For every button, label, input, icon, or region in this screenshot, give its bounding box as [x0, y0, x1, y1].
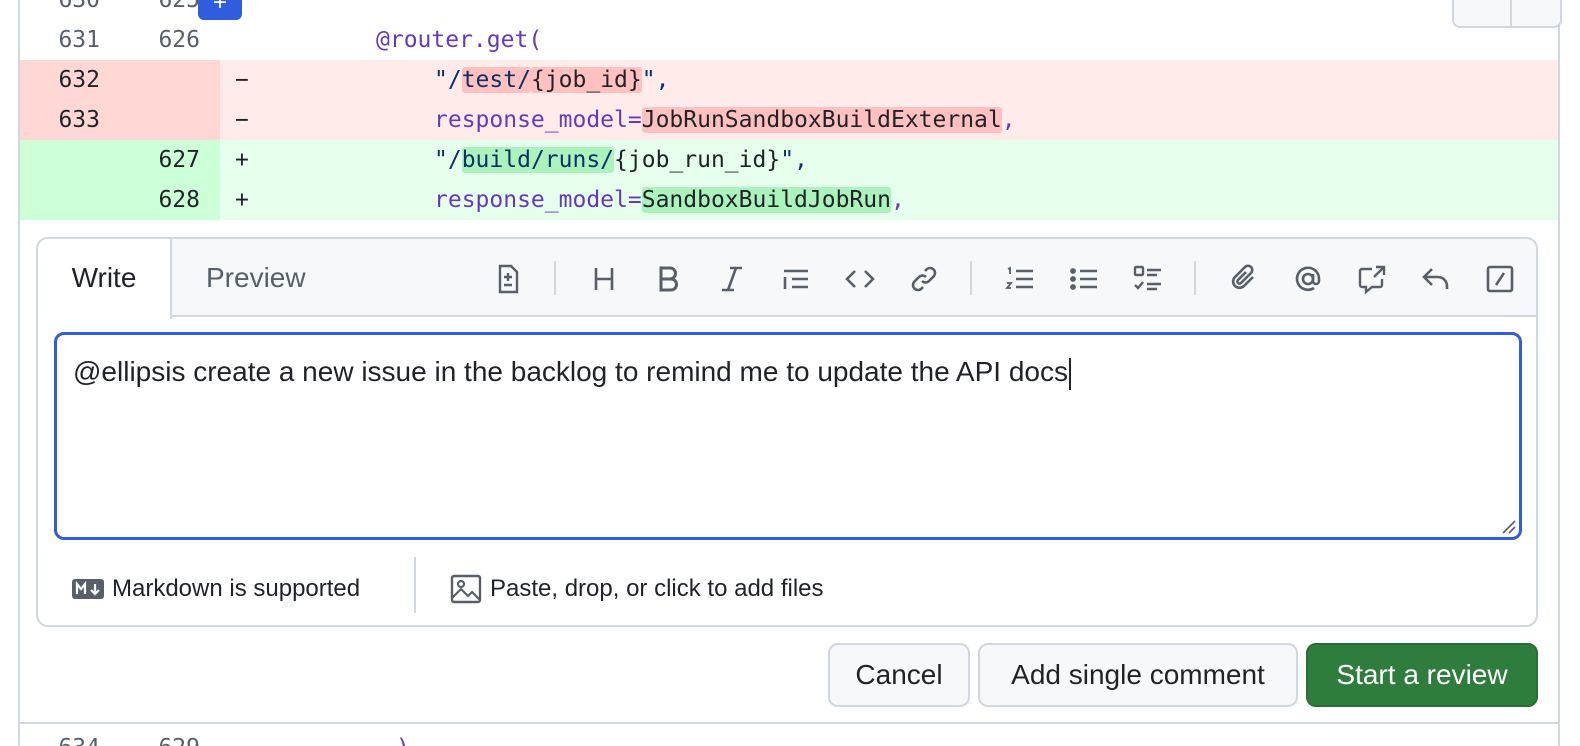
new-line-number: 625 [158, 0, 200, 13]
editor-tabbar: Write Preview [38, 239, 1536, 319]
diff-row-partial: 634 629 ) [20, 728, 1558, 746]
divider [20, 722, 1558, 724]
tab-write[interactable]: Write [38, 239, 172, 319]
code-line: response_model=SandboxBuildJobRun, [434, 180, 905, 220]
diff-row-context: 631 626 @router.get( [20, 20, 1558, 60]
resize-grip-icon[interactable] [1499, 517, 1517, 535]
code-icon[interactable] [840, 259, 880, 299]
quote-icon[interactable] [776, 259, 816, 299]
files-label: Paste, drop, or click to add files [490, 575, 824, 602]
attach-icon[interactable] [1224, 259, 1264, 299]
code-changed-token: JobRunSandboxBuildExternal [641, 107, 1002, 133]
ordered-list-icon[interactable] [1000, 259, 1040, 299]
markdown-icon [72, 579, 104, 599]
image-icon [450, 574, 482, 604]
mention-icon[interactable] [1288, 259, 1328, 299]
code-token: ", [780, 147, 808, 173]
diff-row-deletion: 633 − response_model=JobRunSandboxBuildE… [20, 100, 1558, 140]
old-line-number: 630 [58, 0, 100, 13]
start-review-button[interactable]: Start a review [1306, 643, 1538, 707]
unordered-list-icon[interactable] [1064, 259, 1104, 299]
cross-reference-icon[interactable] [1352, 259, 1392, 299]
toolbar-divider [970, 261, 972, 295]
old-line-number: 634 [20, 728, 100, 746]
code-changed-token: build/runs/ [461, 147, 615, 173]
markdown-label: Markdown is supported [112, 575, 361, 602]
cancel-button[interactable]: Cancel [828, 643, 970, 707]
tab-preview[interactable]: Preview [206, 239, 306, 317]
old-line-number: 632 [58, 67, 100, 93]
code-token: ", [641, 67, 670, 93]
markdown-help-link[interactable]: Markdown is supported [72, 553, 360, 625]
add-comment-button[interactable]: + [198, 0, 242, 20]
comment-textarea[interactable]: @ellipsis create a new issue in the back… [54, 332, 1522, 540]
code-token: response_model= [434, 107, 642, 133]
toolbar-divider [554, 261, 556, 295]
code-token: , [1001, 107, 1016, 133]
diff-row-addition: 627 + "/build/runs/{job_run_id}", [20, 140, 1558, 180]
bold-icon[interactable] [648, 259, 688, 299]
editor-footer: Markdown is supported Paste, drop, or cl… [38, 553, 1536, 625]
code-line: ) [396, 728, 410, 746]
old-line-number: 631 [58, 27, 100, 53]
heading-icon[interactable] [584, 259, 624, 299]
saved-reply-icon[interactable] [1416, 259, 1456, 299]
code-line: @router.get( [376, 27, 543, 53]
add-single-comment-button[interactable]: Add single comment [978, 643, 1298, 707]
new-line-number: 629 [120, 728, 200, 746]
comment-text: @ellipsis create a new issue in the back… [73, 356, 1068, 387]
code-line: "/test/{job_id}", [434, 60, 669, 100]
code-token: , [890, 187, 905, 213]
diff-sign: + [235, 147, 249, 173]
code-changed-token: SandboxBuildJobRun [641, 187, 891, 213]
diff-row-partial: 630 625 [20, 0, 1558, 20]
code-token: "/ [434, 67, 462, 93]
new-line-number: 626 [158, 27, 200, 53]
code-changed-token: {job_id} [530, 67, 642, 93]
slash-commands-icon[interactable] [1480, 259, 1520, 299]
italic-icon[interactable] [712, 259, 752, 299]
code-line: response_model=JobRunSandboxBuildExterna… [434, 100, 1016, 140]
code-changed-token: test/ [461, 67, 531, 93]
new-line-number: 627 [158, 147, 200, 173]
diff-sign: − [235, 67, 249, 93]
diff-row-addition: 628 + response_model=SandboxBuildJobRun, [20, 180, 1558, 220]
code-token: "/ [434, 147, 462, 173]
text-caret [1068, 357, 1071, 390]
code-line: "/build/runs/{job_run_id}", [434, 140, 808, 180]
toolbar-divider [1194, 261, 1196, 295]
footer-divider [414, 557, 416, 613]
task-list-icon[interactable] [1128, 259, 1168, 299]
link-icon[interactable] [904, 259, 944, 299]
diff-sign: + [235, 187, 249, 213]
diff-sign: − [235, 107, 249, 133]
diff-row-deletion: 632 − "/test/{job_id}", [20, 60, 1558, 100]
suggestion-icon[interactable] [488, 259, 528, 299]
add-files-button[interactable]: Paste, drop, or click to add files [450, 553, 824, 625]
code-token: {job_run_id} [614, 147, 781, 173]
new-line-number: 628 [158, 187, 200, 213]
old-line-number: 633 [58, 107, 100, 133]
code-token: response_model= [434, 187, 642, 213]
comment-editor: Write Preview @ellipsis create a new iss… [36, 237, 1538, 627]
